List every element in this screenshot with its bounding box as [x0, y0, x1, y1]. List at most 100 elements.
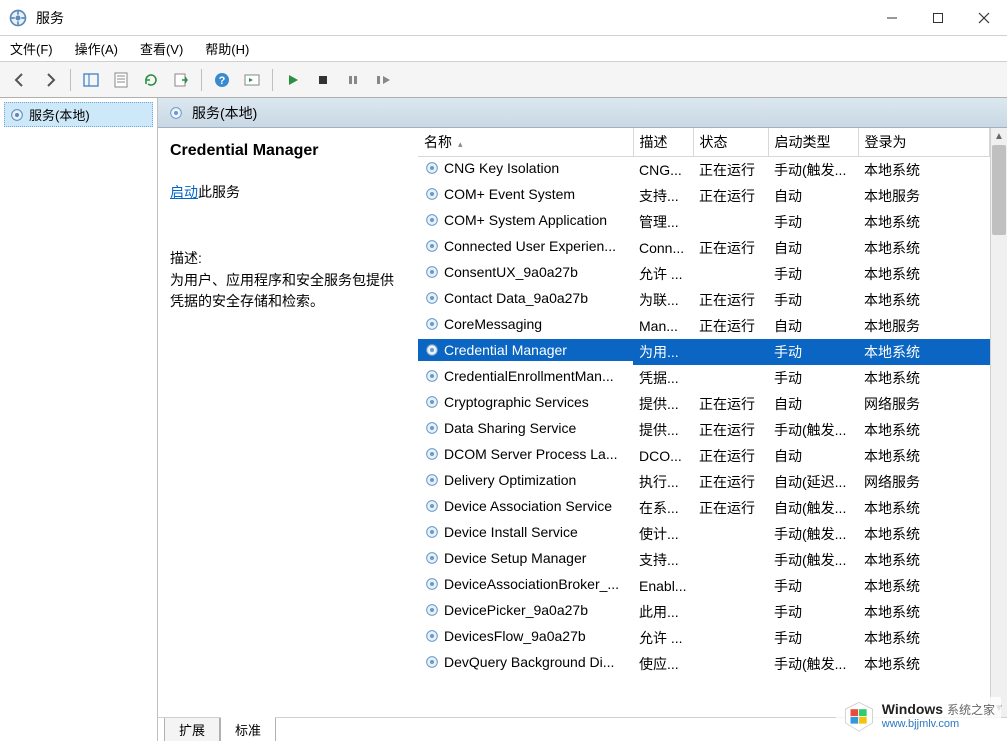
table-row[interactable]: Cryptographic Services提供...正在运行自动网络服务: [418, 391, 990, 417]
col-name[interactable]: 名称▴: [418, 128, 633, 157]
col-desc[interactable]: 描述: [633, 128, 693, 157]
menu-help[interactable]: 帮助(H): [201, 37, 253, 60]
menu-file[interactable]: 文件(F): [6, 37, 57, 60]
cell-status: [693, 521, 768, 547]
cell-desc: 支持...: [633, 547, 693, 573]
cell-name: DCOM Server Process La...: [418, 443, 633, 465]
table-row[interactable]: Device Install Service使计...手动(触发...本地系统: [418, 521, 990, 547]
pane-header-title: 服务(本地): [192, 103, 257, 123]
cell-logon: 本地系统: [858, 365, 990, 391]
cell-startup: 自动: [768, 313, 858, 339]
vertical-scrollbar[interactable]: ▲ ▼: [990, 128, 1007, 717]
pause-service-button[interactable]: [339, 66, 367, 94]
maximize-button[interactable]: [915, 0, 961, 36]
cell-startup: 手动(触发...: [768, 521, 858, 547]
table-row[interactable]: CredentialEnrollmentMan...凭据...手动本地系统: [418, 365, 990, 391]
tab-extended[interactable]: 扩展: [164, 718, 220, 741]
col-startup[interactable]: 启动类型: [768, 128, 858, 157]
cell-logon: 本地系统: [858, 625, 990, 651]
start-service-button[interactable]: [279, 66, 307, 94]
table-row[interactable]: COM+ System Application管理...手动本地系统: [418, 209, 990, 235]
services-table: 名称▴ 描述 状态 启动类型 登录为 CNG Key IsolationCNG.…: [418, 128, 990, 677]
menu-action[interactable]: 操作(A): [71, 37, 122, 60]
tab-standard[interactable]: 标准: [220, 717, 276, 741]
table-row[interactable]: Delivery Optimization执行...正在运行自动(延迟...网络…: [418, 469, 990, 495]
table-row[interactable]: COM+ Event System支持...正在运行自动本地服务: [418, 183, 990, 209]
cell-desc: CNG...: [633, 157, 693, 184]
table-row[interactable]: DevQuery Background Di...使应... 手动(触发...本地…: [418, 651, 990, 677]
cell-name: DevQuery Background Di...: [418, 651, 633, 673]
scroll-track[interactable]: [991, 145, 1007, 700]
cell-desc: 使应...: [633, 651, 693, 677]
service-icon: [424, 186, 440, 202]
cell-status: 正在运行: [693, 443, 768, 469]
scroll-down-icon[interactable]: ▼: [991, 700, 1007, 717]
col-logon[interactable]: 登录为: [858, 128, 990, 157]
tree-root-services-local[interactable]: 服务(本地): [4, 102, 153, 127]
gear-icon: [168, 105, 184, 121]
cell-startup: 手动(触发...: [768, 651, 858, 677]
table-row[interactable]: DevicePicker_9a0a27b此用...手动本地系统: [418, 599, 990, 625]
export-button[interactable]: [167, 66, 195, 94]
cell-status: 正在运行: [693, 417, 768, 443]
service-icon: [424, 342, 440, 358]
table-row[interactable]: Data Sharing Service提供...正在运行手动(触发...本地系…: [418, 417, 990, 443]
col-status[interactable]: 状态: [693, 128, 768, 157]
list-scroll[interactable]: 名称▴ 描述 状态 启动类型 登录为 CNG Key IsolationCNG.…: [418, 128, 990, 717]
forward-button[interactable]: [36, 66, 64, 94]
service-icon: [424, 212, 440, 228]
cell-name: Data Sharing Service: [418, 417, 633, 439]
service-icon: [424, 238, 440, 254]
help-button[interactable]: ?: [208, 66, 236, 94]
show-hide-tree-button[interactable]: [77, 66, 105, 94]
table-row[interactable]: Device Setup Manager支持...手动(触发...本地系统: [418, 547, 990, 573]
cell-startup: 手动: [768, 573, 858, 599]
cell-startup: 自动(触发...: [768, 495, 858, 521]
cell-status: [693, 261, 768, 287]
scroll-up-icon[interactable]: ▲: [991, 128, 1007, 145]
cell-status: 正在运行: [693, 469, 768, 495]
cell-startup: 手动: [768, 209, 858, 235]
service-icon: [424, 524, 440, 540]
cell-status: 正在运行: [693, 183, 768, 209]
table-row[interactable]: Contact Data_9a0a27b为联...正在运行手动本地系统: [418, 287, 990, 313]
cell-startup: 手动: [768, 261, 858, 287]
back-button[interactable]: [6, 66, 34, 94]
minimize-button[interactable]: [869, 0, 915, 36]
start-link[interactable]: 启动: [170, 184, 198, 200]
svg-text:?: ?: [219, 75, 226, 87]
tree-pane: 服务(本地): [0, 98, 158, 741]
table-row[interactable]: ConsentUX_9a0a27b允许 ...手动本地系统: [418, 261, 990, 287]
menubar: 文件(F) 操作(A) 查看(V) 帮助(H): [0, 36, 1007, 62]
table-row[interactable]: DCOM Server Process La...DCO...正在运行自动本地系…: [418, 443, 990, 469]
service-icon: [424, 498, 440, 514]
table-row[interactable]: DeviceAssociationBroker_...Enabl...手动本地系…: [418, 573, 990, 599]
scroll-thumb[interactable]: [992, 145, 1006, 235]
cell-desc: Man...: [633, 313, 693, 339]
cell-logon: 本地系统: [858, 209, 990, 235]
table-row[interactable]: Connected User Experien...Conn...正在运行自动本…: [418, 235, 990, 261]
cell-startup: 手动: [768, 287, 858, 313]
refresh-button[interactable]: [137, 66, 165, 94]
stop-service-button[interactable]: [309, 66, 337, 94]
cell-logon: 本地系统: [858, 651, 990, 677]
service-icon: [424, 420, 440, 436]
service-icon: [424, 264, 440, 280]
menu-view[interactable]: 查看(V): [136, 37, 187, 60]
table-row[interactable]: Device Association Service在系...正在运行自动(触发…: [418, 495, 990, 521]
cell-startup: 自动: [768, 183, 858, 209]
cell-desc: 执行...: [633, 469, 693, 495]
window-title: 服务: [36, 8, 869, 28]
cell-startup: 手动: [768, 599, 858, 625]
properties-button[interactable]: [107, 66, 135, 94]
table-row[interactable]: Credential Manager为用...手动本地系统: [418, 339, 990, 365]
table-row[interactable]: CoreMessagingMan...正在运行自动本地服务: [418, 313, 990, 339]
cell-logon: 本地系统: [858, 443, 990, 469]
table-row[interactable]: DevicesFlow_9a0a27b允许 ...手动本地系统: [418, 625, 990, 651]
restart-service-button[interactable]: [369, 66, 397, 94]
action-button[interactable]: [238, 66, 266, 94]
tree-root-label: 服务(本地): [29, 105, 90, 124]
table-row[interactable]: CNG Key IsolationCNG...正在运行手动(触发...本地系统: [418, 157, 990, 184]
close-button[interactable]: [961, 0, 1007, 36]
service-icon: [424, 550, 440, 566]
